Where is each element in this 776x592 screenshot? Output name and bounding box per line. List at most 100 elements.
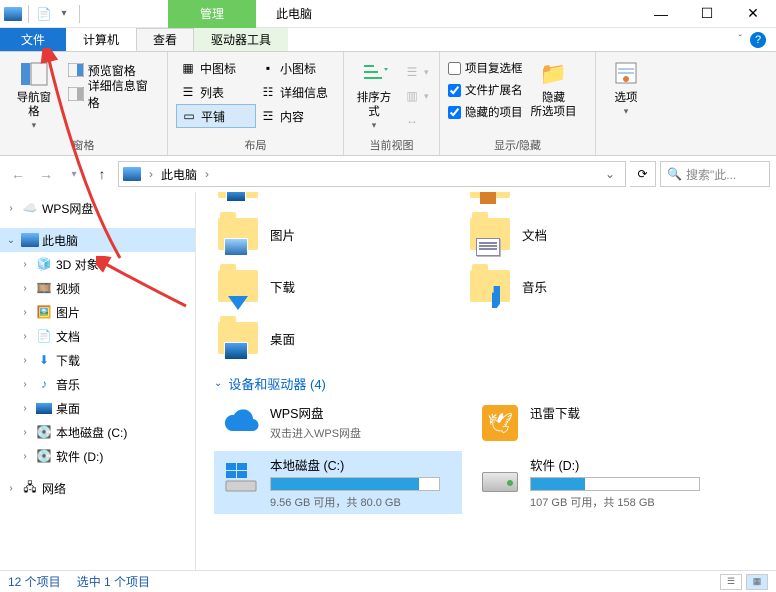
nav-pane-icon bbox=[18, 58, 50, 90]
network-icon: 🖧 bbox=[21, 480, 39, 496]
tree-documents[interactable]: ›📄文档 bbox=[0, 324, 195, 348]
collapse-ribbon-icon[interactable]: ˇ bbox=[739, 34, 742, 45]
back-button[interactable]: ← bbox=[6, 162, 30, 186]
close-button[interactable]: ✕ bbox=[730, 0, 776, 28]
tree-local-c[interactable]: ›💽本地磁盘 (C:) bbox=[0, 420, 195, 444]
drive-xunlei[interactable]: 🕊 迅雷下载 bbox=[474, 399, 722, 447]
folder-downloads[interactable]: 下载 bbox=[214, 260, 454, 312]
details-pane-icon bbox=[68, 86, 84, 102]
drive-d[interactable]: 软件 (D:) 107 GB 可用，共 158 GB bbox=[474, 451, 722, 514]
minimize-button[interactable]: — bbox=[638, 0, 684, 28]
breadcrumb-this-pc[interactable]: 此电脑 bbox=[161, 166, 197, 183]
status-bar: 12 个项目 选中 1 个项目 ☰ ▦ bbox=[0, 570, 776, 592]
folder-documents[interactable]: 文档 bbox=[466, 208, 706, 260]
forward-button[interactable]: → bbox=[34, 162, 58, 186]
manage-contextual-tab[interactable]: 管理 bbox=[168, 0, 256, 28]
breadcrumb[interactable]: › 此电脑 › ⌄ bbox=[118, 161, 626, 187]
pc-icon bbox=[21, 232, 39, 248]
cloud-icon: ☁️ bbox=[21, 200, 39, 216]
tree-music[interactable]: ›♪音乐 bbox=[0, 372, 195, 396]
tree-downloads[interactable]: ›⬇下载 bbox=[0, 348, 195, 372]
tree-desktop[interactable]: ›桌面 bbox=[0, 396, 195, 420]
drive-icon: 💽 bbox=[35, 424, 53, 440]
ribbon: 导航窗格 ▾ 预览窗格 详细信息窗格 窗格 ▦中图标 ▪小图标 bbox=[0, 52, 776, 156]
folder-item[interactable] bbox=[214, 192, 454, 208]
search-input[interactable]: 🔍 搜索"此... bbox=[660, 161, 770, 187]
tab-view[interactable]: 查看 bbox=[136, 28, 194, 51]
drive-icon: 💽 bbox=[35, 448, 53, 464]
tree-software-d[interactable]: ›💽软件 (D:) bbox=[0, 444, 195, 468]
folder-music[interactable]: 音乐 bbox=[466, 260, 706, 312]
new-doc-icon[interactable]: 📄 bbox=[35, 5, 53, 23]
tab-drive-tools[interactable]: 驱动器工具 bbox=[194, 28, 288, 51]
layout-medium-icons[interactable]: ▦中图标 bbox=[176, 56, 256, 80]
navigation-pane-button[interactable]: 导航窗格 ▾ bbox=[8, 56, 60, 133]
desktop-icon bbox=[35, 400, 53, 416]
details-pane-button[interactable]: 详细信息窗格 bbox=[64, 82, 159, 106]
usage-bar-c bbox=[270, 477, 440, 491]
download-icon: ⬇ bbox=[35, 352, 53, 368]
tree-this-pc[interactable]: ⌄此电脑 bbox=[0, 228, 195, 252]
xunlei-icon: 🕊 bbox=[478, 403, 522, 443]
size-columns-button[interactable]: ↔ bbox=[400, 108, 433, 132]
tree-wps[interactable]: ›☁️WPS网盘 bbox=[0, 196, 195, 220]
sort-icon bbox=[358, 58, 390, 90]
sort-by-button[interactable]: 排序方式 ▾ bbox=[352, 56, 396, 133]
pc-icon[interactable] bbox=[4, 5, 22, 23]
cloud-icon bbox=[218, 403, 262, 443]
chevron-right-icon[interactable]: › bbox=[147, 167, 155, 181]
folder-desktop[interactable]: 桌面 bbox=[214, 312, 454, 364]
recent-locations-button[interactable]: ▾ bbox=[62, 162, 86, 186]
view-details-button[interactable]: ☰ bbox=[720, 574, 742, 590]
checkbox-file-extensions[interactable]: 文件扩展名 bbox=[448, 80, 523, 100]
search-placeholder: 搜索"此... bbox=[686, 166, 736, 183]
layout-list[interactable]: ☰列表 bbox=[176, 80, 256, 104]
drive-wps[interactable]: WPS网盘 双击进入WPS网盘 bbox=[214, 399, 462, 447]
layout-details[interactable]: ☷详细信息 bbox=[256, 80, 344, 104]
drive-c[interactable]: 本地磁盘 (C:) 9.56 GB 可用，共 80.0 GB bbox=[214, 451, 462, 514]
group-by-button[interactable]: ☰▾ bbox=[400, 60, 433, 84]
ribbon-tabs: 文件 计算机 查看 驱动器工具 ˇ ? bbox=[0, 28, 776, 52]
options-button[interactable]: 选项 ▾ bbox=[604, 56, 648, 119]
view-large-icons-button[interactable]: ▦ bbox=[746, 574, 768, 590]
tab-file[interactable]: 文件 bbox=[0, 28, 66, 51]
group-current-view: 排序方式 ▾ ☰▾ ▥▾ ↔ 当前视图 bbox=[344, 52, 440, 155]
pc-icon bbox=[123, 167, 141, 181]
chevron-down-icon: ⌄ bbox=[214, 378, 222, 389]
tree-3d-objects[interactable]: ›🧊3D 对象 bbox=[0, 252, 195, 276]
layout-content[interactable]: ☲内容 bbox=[256, 104, 344, 128]
checkbox-hidden-items[interactable]: 隐藏的项目 bbox=[448, 102, 523, 122]
tree-pictures[interactable]: ›🖼️图片 bbox=[0, 300, 195, 324]
window-title: 此电脑 bbox=[276, 5, 312, 22]
layout-tiles[interactable]: ▭平铺 bbox=[176, 104, 256, 128]
refresh-button[interactable]: ⟳ bbox=[630, 161, 656, 187]
tree-videos[interactable]: ›🎞️视频 bbox=[0, 276, 195, 300]
folder-item[interactable] bbox=[466, 192, 706, 208]
search-icon: 🔍 bbox=[667, 167, 682, 181]
music-icon: ♪ bbox=[35, 376, 53, 392]
add-columns-button[interactable]: ▥▾ bbox=[400, 84, 433, 108]
chevron-right-icon[interactable]: › bbox=[203, 167, 211, 181]
help-icon[interactable]: ? bbox=[750, 32, 766, 48]
checkbox-item-checkboxes[interactable]: 项目复选框 bbox=[448, 58, 523, 78]
preview-pane-icon bbox=[68, 62, 84, 78]
group-panes: 导航窗格 ▾ 预览窗格 详细信息窗格 窗格 bbox=[0, 52, 168, 155]
status-selected-count: 选中 1 个项目 bbox=[77, 573, 150, 590]
tab-computer[interactable]: 计算机 bbox=[66, 28, 136, 51]
section-devices-header[interactable]: ⌄ 设备和驱动器 (4) bbox=[214, 374, 768, 393]
group-options: 选项 ▾ bbox=[596, 52, 656, 155]
qat-dropdown-icon[interactable]: ▾ bbox=[55, 5, 73, 23]
folder-pictures[interactable]: 图片 bbox=[214, 208, 454, 260]
quick-access-toolbar: 📄 ▾ bbox=[0, 5, 84, 23]
content-area: 图片 文档 下载 音乐 桌面 ⌄ 设备和驱动器 (4 bbox=[196, 192, 776, 570]
options-icon bbox=[610, 58, 642, 90]
tree-network[interactable]: ›🖧网络 bbox=[0, 476, 195, 500]
hide-selected-button[interactable]: 📁 隐藏 所选项目 bbox=[527, 56, 581, 122]
maximize-button[interactable]: ☐ bbox=[684, 0, 730, 28]
status-item-count: 12 个项目 bbox=[8, 573, 61, 590]
usage-bar-d bbox=[530, 477, 700, 491]
layout-small-icons[interactable]: ▪小图标 bbox=[256, 56, 344, 80]
document-icon: 📄 bbox=[35, 328, 53, 344]
address-dropdown-icon[interactable]: ⌄ bbox=[599, 167, 621, 181]
up-button[interactable]: ↑ bbox=[90, 162, 114, 186]
